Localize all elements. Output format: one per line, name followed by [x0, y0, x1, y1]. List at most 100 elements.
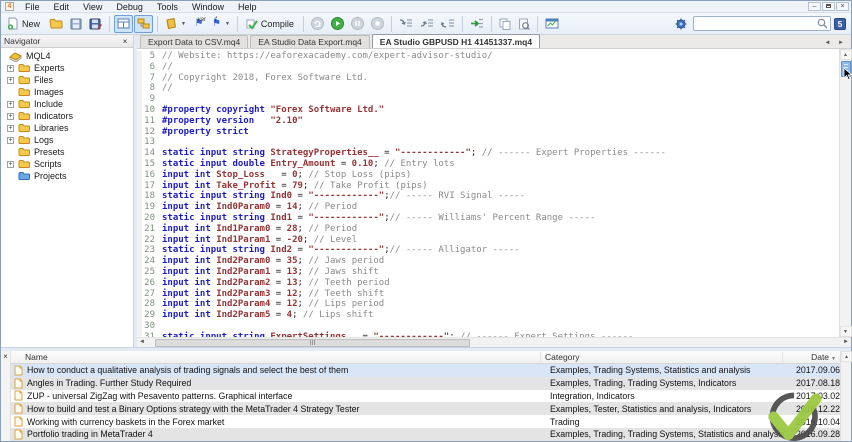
copy-button[interactable]: [496, 15, 514, 33]
code-line[interactable]: 9: [137, 94, 839, 105]
article-row[interactable]: Angles in Trading. Further Study Require…: [11, 377, 840, 390]
column-header-date[interactable]: Date▼: [783, 352, 840, 362]
search-icon[interactable]: [817, 18, 828, 29]
insert-function-button[interactable]: ⚑f ▼: [209, 15, 233, 33]
scroll-up-icon[interactable]: ▲: [841, 351, 852, 362]
article-row[interactable]: How to build and test a Binary Options s…: [11, 402, 840, 415]
step-out-button[interactable]: [438, 15, 458, 33]
column-header-name[interactable]: Name: [11, 352, 541, 362]
code-line[interactable]: 17input int Take_Profit = 79; // Take Pr…: [137, 181, 839, 192]
code-line[interactable]: 26input int Ind2Param2 = 13; // Teeth pe…: [137, 278, 839, 289]
tree-item-include[interactable]: +Include: [1, 98, 133, 110]
step-into-button[interactable]: [396, 15, 416, 33]
close-button[interactable]: ×: [836, 2, 849, 11]
tree-item-files[interactable]: +Files: [1, 74, 133, 86]
expand-icon[interactable]: +: [7, 101, 14, 108]
menu-edit[interactable]: Edit: [47, 1, 77, 13]
editor-vertical-scrollbar[interactable]: ▲ ▼: [839, 49, 851, 337]
scroll-down-icon[interactable]: ▼: [840, 326, 852, 337]
code-line[interactable]: 10#property copyright "Forex Software Lt…: [137, 105, 839, 116]
debug-pause-button[interactable]: [348, 15, 367, 33]
article-row[interactable]: Working with currency baskets in the For…: [11, 415, 840, 428]
code-line[interactable]: 13: [137, 137, 839, 148]
open-terminal-button[interactable]: [542, 15, 562, 33]
scroll-right-icon[interactable]: ►: [841, 338, 851, 348]
code-line[interactable]: 18static input string Ind0 = "----------…: [137, 191, 839, 202]
tree-item-presets[interactable]: Presets: [1, 146, 133, 158]
tree-item-projects[interactable]: Projects: [1, 170, 133, 182]
code-line[interactable]: 6//: [137, 62, 839, 73]
column-header-category[interactable]: Category: [541, 352, 783, 362]
code-line[interactable]: 22input int Ind1Param1 = -20; // Level: [137, 235, 839, 246]
tree-item-indicators[interactable]: +Indicators: [1, 110, 133, 122]
toolbox-close-icon[interactable]: ×: [1, 351, 11, 441]
article-row[interactable]: Portfolio trading in MetaTrader 4Example…: [11, 428, 840, 441]
scroll-left-icon[interactable]: ◄: [137, 338, 147, 348]
tree-item-images[interactable]: Images: [1, 86, 133, 98]
tree-item-logs[interactable]: +Logs: [1, 134, 133, 146]
expand-icon[interactable]: +: [7, 77, 14, 84]
expand-icon[interactable]: +: [7, 125, 14, 132]
code-line[interactable]: 27input int Ind2Param3 = 12; // Teeth sh…: [137, 289, 839, 300]
new-button[interactable]: New: [4, 15, 45, 33]
restore-button[interactable]: [822, 2, 835, 11]
step-over-button[interactable]: [417, 15, 437, 33]
expand-icon[interactable]: +: [7, 137, 14, 144]
minimize-button[interactable]: –: [808, 2, 821, 11]
insert-variable-button[interactable]: ⚑var: [190, 15, 208, 33]
community-settings-button[interactable]: [672, 15, 690, 33]
tab-scroll-arrows[interactable]: ◄ ►: [824, 40, 851, 48]
code-line[interactable]: 20static input string Ind1 = "----------…: [137, 213, 839, 224]
code-line[interactable]: 11#property version "2.10": [137, 116, 839, 127]
code-line[interactable]: 23static input string Ind2 = "----------…: [137, 245, 839, 256]
code-line[interactable]: 12#property strict: [137, 127, 839, 138]
tree-item-experts[interactable]: +Experts: [1, 62, 133, 74]
scrollbar-thumb[interactable]: [841, 61, 851, 77]
navigator-close-icon[interactable]: ×: [120, 37, 130, 46]
editor-tab[interactable]: EA Studio Data Export.mq4: [250, 35, 369, 48]
code-editor[interactable]: 5// Website: https://eaforexacademy.com/…: [137, 49, 839, 337]
debug-stop-button[interactable]: [368, 15, 387, 33]
tree-root-mql4[interactable]: MQL4: [1, 50, 133, 62]
scroll-up-icon[interactable]: ▲: [840, 49, 852, 60]
code-line[interactable]: 15static input double Entry_Amount = 0.1…: [137, 159, 839, 170]
code-line[interactable]: 14static input string StrategyProperties…: [137, 148, 839, 159]
expand-icon[interactable]: +: [7, 113, 14, 120]
code-line[interactable]: 8//: [137, 83, 839, 94]
reference-book-button[interactable]: ▼: [162, 15, 189, 33]
toggle-navigator-button[interactable]: [134, 15, 153, 33]
compile-button[interactable]: Compile: [242, 15, 299, 33]
open-button[interactable]: [46, 15, 66, 33]
code-line[interactable]: 5// Website: https://eaforexacademy.com/…: [137, 51, 839, 62]
expand-icon[interactable]: +: [7, 161, 14, 168]
article-row[interactable]: How to conduct a qualitative analysis of…: [11, 364, 840, 377]
code-line[interactable]: 25input int Ind2Param1 = 13; // Jaws shi…: [137, 267, 839, 278]
save-button[interactable]: [67, 15, 85, 33]
menu-window[interactable]: Window: [185, 1, 231, 13]
code-line[interactable]: 29input int Ind2Param5 = 4; // Lips shif…: [137, 310, 839, 321]
editor-tab[interactable]: Export Data to CSV.mq4: [140, 35, 248, 48]
code-line[interactable]: 7// Copyright 2018, Forex Software Ltd.: [137, 73, 839, 84]
toolbox-vertical-scrollbar[interactable]: ▲: [840, 351, 851, 441]
menu-file[interactable]: File: [18, 1, 47, 13]
code-line[interactable]: 24input int Ind2Param0 = 35; // Jaws per…: [137, 256, 839, 267]
hscrollbar-thumb[interactable]: [155, 339, 470, 347]
expand-icon[interactable]: +: [7, 65, 14, 72]
code-line[interactable]: 21input int Ind1Param0 = 28; // Period: [137, 224, 839, 235]
editor-tab[interactable]: EA Studio GBPUSD H1 41451337.mq4: [372, 34, 540, 48]
menu-help[interactable]: Help: [231, 1, 264, 13]
code-line[interactable]: 19input int Ind0Param0 = 14; // Period: [137, 202, 839, 213]
mql5-community-icon[interactable]: 5: [834, 18, 846, 30]
menu-debug[interactable]: Debug: [109, 1, 150, 13]
code-line[interactable]: 16input int Stop_Loss = 0; // Stop Loss …: [137, 170, 839, 181]
tree-item-libraries[interactable]: +Libraries: [1, 122, 133, 134]
tree-item-scripts[interactable]: +Scripts: [1, 158, 133, 170]
search-input[interactable]: [693, 16, 831, 31]
run-to-cursor-button[interactable]: [467, 15, 487, 33]
debug-start-button[interactable]: [328, 15, 347, 33]
menu-view[interactable]: View: [76, 1, 109, 13]
save-all-button[interactable]: [86, 15, 105, 33]
code-line[interactable]: 30: [137, 321, 839, 332]
toggle-toolbox-button[interactable]: [114, 15, 133, 33]
print-preview-button[interactable]: [515, 15, 533, 33]
